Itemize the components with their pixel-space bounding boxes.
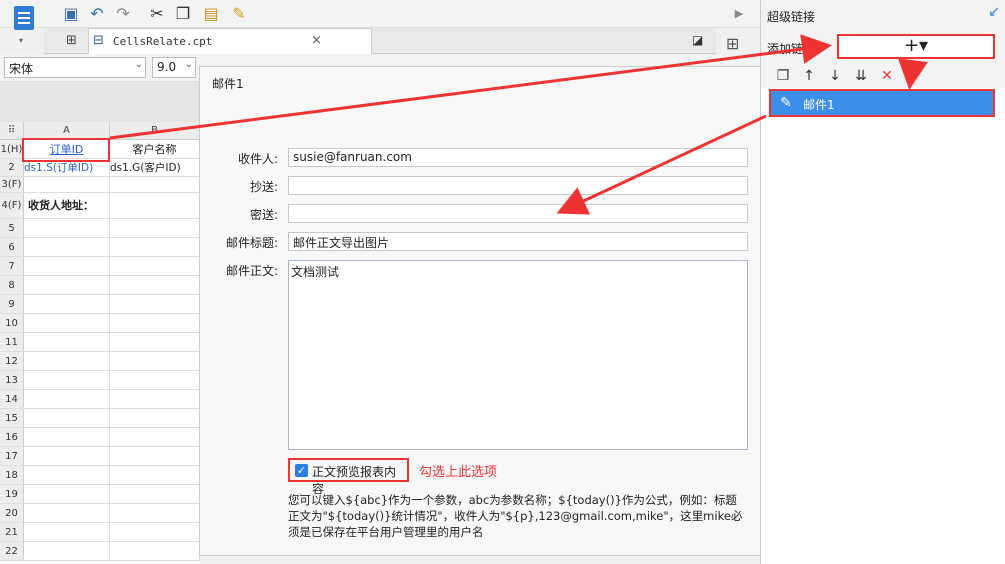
arrow-item-to-dialog	[556, 114, 767, 215]
arrow-add-to-item	[898, 58, 928, 90]
annotation-arrows	[109, 34, 928, 215]
arrow-cell-to-add	[109, 34, 832, 140]
